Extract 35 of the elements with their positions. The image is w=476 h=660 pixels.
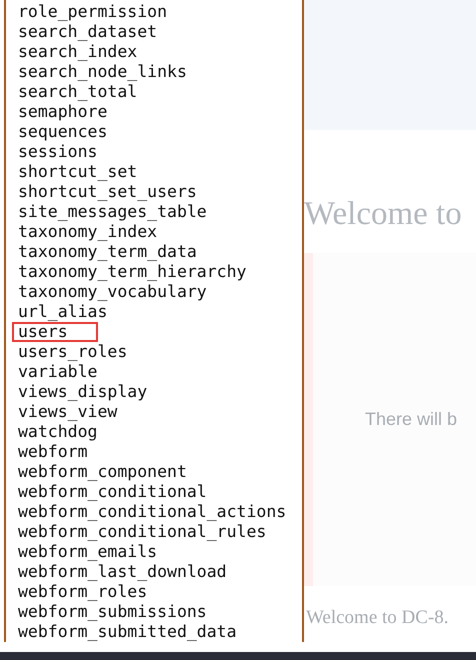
table-list-item[interactable]: search_node_links bbox=[12, 62, 197, 82]
table-list-item[interactable]: views_view bbox=[12, 402, 128, 422]
table-list-item[interactable]: url_alias bbox=[12, 302, 118, 322]
table-list-item[interactable]: search_dataset bbox=[12, 22, 168, 42]
table-list-item[interactable]: taxonomy_vocabulary bbox=[12, 282, 217, 302]
table-list-item[interactable]: taxonomy_term_hierarchy bbox=[12, 262, 256, 282]
table-list-item[interactable]: watchdog bbox=[12, 422, 108, 442]
table-list-item[interactable]: shortcut_set_users bbox=[12, 182, 207, 202]
table-list-item[interactable]: webform_component bbox=[12, 462, 197, 482]
table-list-item[interactable]: webform_conditional bbox=[12, 482, 217, 502]
table-list-item[interactable]: webform_conditional_actions bbox=[12, 502, 296, 522]
table-list-item[interactable]: semaphore bbox=[12, 102, 118, 122]
table-list-item[interactable]: sequences bbox=[12, 122, 118, 142]
footer-text: Welcome to DC-8. bbox=[306, 607, 449, 628]
table-list-item[interactable]: webform bbox=[12, 442, 98, 462]
table-list-item[interactable]: users bbox=[12, 322, 98, 342]
table-list-item[interactable]: webform_submitted_data bbox=[12, 622, 247, 642]
table-list-item[interactable]: webform_conditional_rules bbox=[12, 522, 276, 542]
table-list-item[interactable]: webform_submissions bbox=[12, 602, 217, 622]
table-list-item[interactable]: taxonomy_term_data bbox=[12, 242, 207, 262]
table-list-item[interactable]: webform_last_download bbox=[12, 562, 237, 582]
table-list-item[interactable]: role_permission bbox=[12, 2, 178, 22]
box-text: There will b bbox=[365, 408, 458, 431]
table-list-item[interactable]: webform_emails bbox=[12, 542, 168, 562]
table-list-item[interactable]: webform_roles bbox=[12, 582, 158, 602]
table-list-item[interactable]: search_index bbox=[12, 42, 148, 62]
table-list-item[interactable]: variable bbox=[12, 362, 108, 382]
table-list-item[interactable]: taxonomy_index bbox=[12, 222, 168, 242]
table-list-item[interactable]: users_roles bbox=[12, 342, 138, 362]
table-list-item[interactable]: views_display bbox=[12, 382, 158, 402]
table-list-item[interactable]: sessions bbox=[12, 142, 108, 162]
table-list-item[interactable]: shortcut_set bbox=[12, 162, 148, 182]
table-list-item[interactable]: site_messages_table bbox=[12, 202, 217, 222]
table-list-item[interactable]: search_total bbox=[12, 82, 148, 102]
page-heading: Welcome to bbox=[304, 195, 463, 234]
